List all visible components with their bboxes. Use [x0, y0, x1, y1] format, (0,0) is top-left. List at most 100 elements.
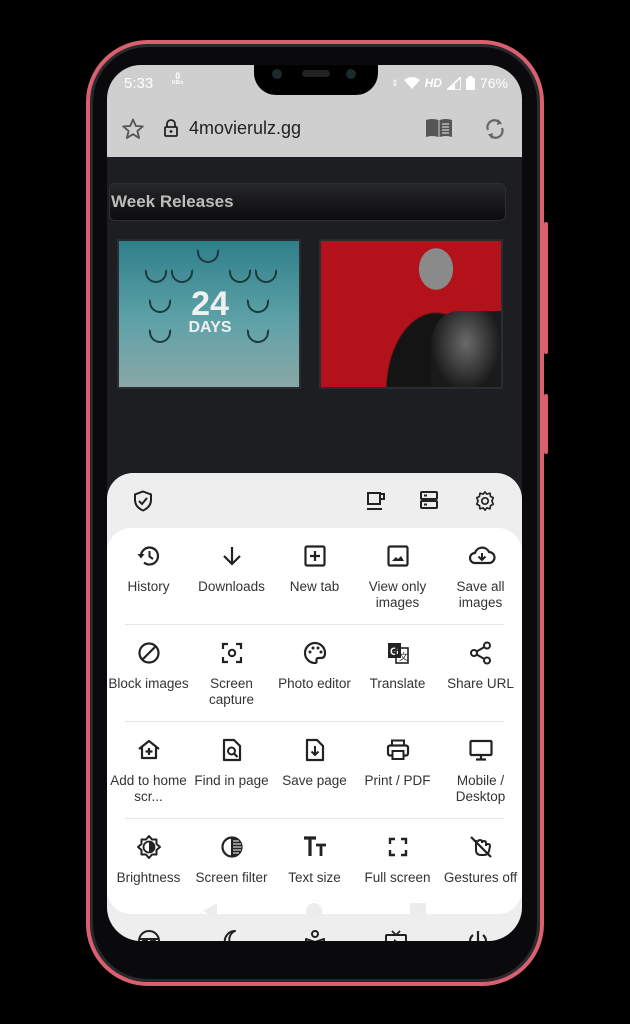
menu-item-label: Save page [282, 773, 347, 788]
cell-signal-icon [446, 76, 461, 90]
screen-filter-icon [219, 834, 245, 860]
menu-item-save-page[interactable]: Save page [273, 722, 356, 818]
menu-item-photo-editor[interactable]: Photo editor [273, 625, 356, 721]
image-icon [385, 543, 411, 569]
history-icon [136, 543, 162, 569]
save-page-icon [302, 737, 328, 763]
laurel-decoration [149, 329, 171, 343]
network-speed: 0 KB/s [172, 72, 183, 87]
menu-item-label: New tab [289, 579, 340, 594]
new-tab-icon [302, 543, 328, 569]
settings-icon[interactable] [474, 490, 496, 512]
star-icon[interactable] [121, 117, 145, 141]
menu-item-label: Downloads [198, 579, 265, 594]
menu-item-mobile-desktop[interactable]: Mobile / Desktop [439, 722, 522, 818]
menu-item-save-all-images[interactable]: Save all images [439, 528, 522, 624]
laurel-decoration [229, 269, 251, 283]
translate-icon: G文 [385, 640, 411, 666]
palette-icon [302, 640, 328, 666]
menu-row: Block images Screen capture Photo editor… [107, 625, 522, 722]
menu-item-label: Save all images [456, 579, 505, 610]
laurel-decoration [255, 269, 277, 283]
wifi-icon [403, 77, 420, 89]
back-button[interactable] [201, 902, 219, 920]
menu-item-label: Translate [369, 676, 426, 691]
menu-item-label: Block images [108, 676, 189, 691]
battery-icon [465, 76, 475, 90]
movie-poster[interactable] [319, 239, 503, 389]
brightness-icon [136, 834, 162, 860]
menu-item-find-in-page[interactable]: Find in page [190, 722, 273, 818]
text-size-icon [302, 834, 328, 860]
web-page: Week Releases 24 DAYS History Downloads … [107, 157, 522, 941]
coffee-icon[interactable] [365, 490, 387, 512]
laurel-decoration [145, 269, 167, 283]
gestures-off-icon [468, 834, 494, 860]
menu-item-history[interactable]: History [107, 528, 190, 624]
laurel-decoration [171, 269, 193, 283]
menu-item-label: Share URL [447, 676, 514, 691]
cloud-download-icon [468, 543, 496, 569]
print-icon [385, 737, 411, 763]
status-icons: ⇕ HD 76% [391, 75, 508, 91]
reader-mode-icon[interactable] [425, 118, 453, 138]
battery-percent: 76% [479, 75, 508, 91]
sensor [346, 69, 356, 79]
menu-item-label: Find in page [194, 773, 269, 788]
menu-item-share-url[interactable]: Share URL [439, 625, 522, 721]
earpiece-speaker [302, 70, 330, 77]
menu-item-label: Mobile / Desktop [455, 773, 506, 804]
menu-grid: History Downloads New tab View only imag… [107, 528, 522, 914]
block-icon [136, 640, 162, 666]
menu-item-label: Print / PDF [364, 773, 431, 788]
shield-check-icon[interactable] [133, 490, 153, 512]
power-side-button [544, 394, 548, 454]
front-camera [272, 69, 282, 79]
poster-subtitle: DAYS [188, 319, 232, 336]
menu-item-translate[interactable]: G文 Translate [356, 625, 439, 721]
menu-item-view-only-images[interactable]: View only images [356, 528, 439, 624]
poster-face [431, 311, 501, 387]
laurel-decoration [197, 249, 219, 263]
camera-notch [254, 65, 378, 95]
menu-row: History Downloads New tab View only imag… [107, 528, 522, 625]
recents-button[interactable] [409, 902, 427, 920]
download-icon [219, 543, 245, 569]
fullscreen-icon [385, 834, 411, 860]
menu-item-screen-capture[interactable]: Screen capture [190, 625, 273, 721]
status-time: 5:33 [124, 75, 154, 92]
menu-row: Add to home scr... Find in page Save pag… [107, 722, 522, 819]
lock-icon [163, 119, 179, 137]
data-activity-icon: ⇕ [391, 77, 399, 88]
menu-item-block-images[interactable]: Block images [107, 625, 190, 721]
menu-item-label: Photo editor [278, 676, 351, 691]
section-header: Week Releases [109, 183, 506, 221]
menu-item-downloads[interactable]: Downloads [190, 528, 273, 624]
desktop-icon [468, 737, 494, 763]
menu-item-label: Screen capture [208, 676, 255, 707]
add-home-icon [136, 737, 162, 763]
volume-button [544, 222, 548, 354]
menu-item-add-to-home-screen[interactable]: Add to home scr... [107, 722, 190, 818]
svg-text:文: 文 [399, 651, 408, 662]
menu-item-new-tab[interactable]: New tab [273, 528, 356, 624]
screen-capture-icon [219, 640, 245, 666]
laurel-decoration [149, 299, 171, 313]
laurel-decoration [247, 329, 269, 343]
browser-menu: History Downloads New tab View only imag… [107, 473, 522, 941]
system-nav-bar [107, 877, 522, 941]
home-button[interactable] [305, 902, 323, 920]
menu-item-label: View only images [368, 579, 427, 610]
find-in-page-icon [219, 737, 245, 763]
movie-poster[interactable]: 24 DAYS [117, 239, 301, 389]
reload-icon[interactable] [483, 116, 507, 142]
menu-item-label: History [127, 579, 170, 594]
menu-item-label: Add to home scr... [110, 773, 187, 804]
share-icon [468, 640, 494, 666]
url-bar: 4movierulz.gg [107, 101, 522, 157]
tabs-layout-icon[interactable] [419, 490, 439, 510]
phone-screen: 5:33 0 KB/s ⇕ HD 76% 4movierulz.gg Week … [107, 65, 522, 941]
laurel-decoration [247, 299, 269, 313]
menu-item-print-pdf[interactable]: Print / PDF [356, 722, 439, 818]
url-text[interactable]: 4movierulz.gg [189, 118, 301, 139]
